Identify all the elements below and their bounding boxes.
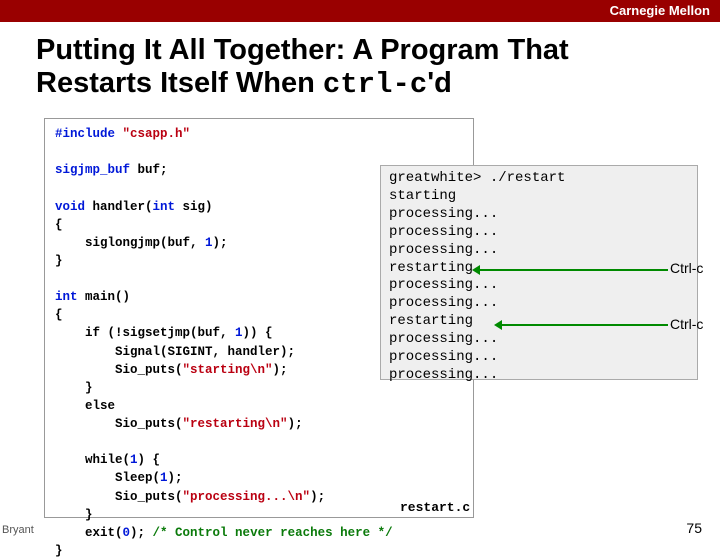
arrow-2 [500, 324, 668, 326]
top-brand-bar: Carnegie Mellon [0, 0, 720, 22]
ctrlc-label-2: Ctrl-c [670, 316, 703, 332]
title-part2: 'd [427, 67, 452, 99]
arrow-1 [478, 269, 668, 271]
title-part1: Putting It All Together: A Program That … [36, 34, 569, 99]
ctrlc-label-1: Ctrl-c [670, 260, 703, 276]
brand-text: Carnegie Mellon [610, 3, 710, 18]
file-label: restart.c [400, 500, 470, 515]
terminal-output: greatwhite> ./restart starting processin… [389, 170, 689, 385]
title-mono: ctrl-c [323, 68, 427, 101]
slide-title: Putting It All Together: A Program That … [0, 22, 720, 108]
page-number: 75 [686, 520, 702, 536]
terminal-output-box: greatwhite> ./restart starting processin… [380, 165, 698, 380]
footer-author: Bryant [2, 524, 34, 536]
